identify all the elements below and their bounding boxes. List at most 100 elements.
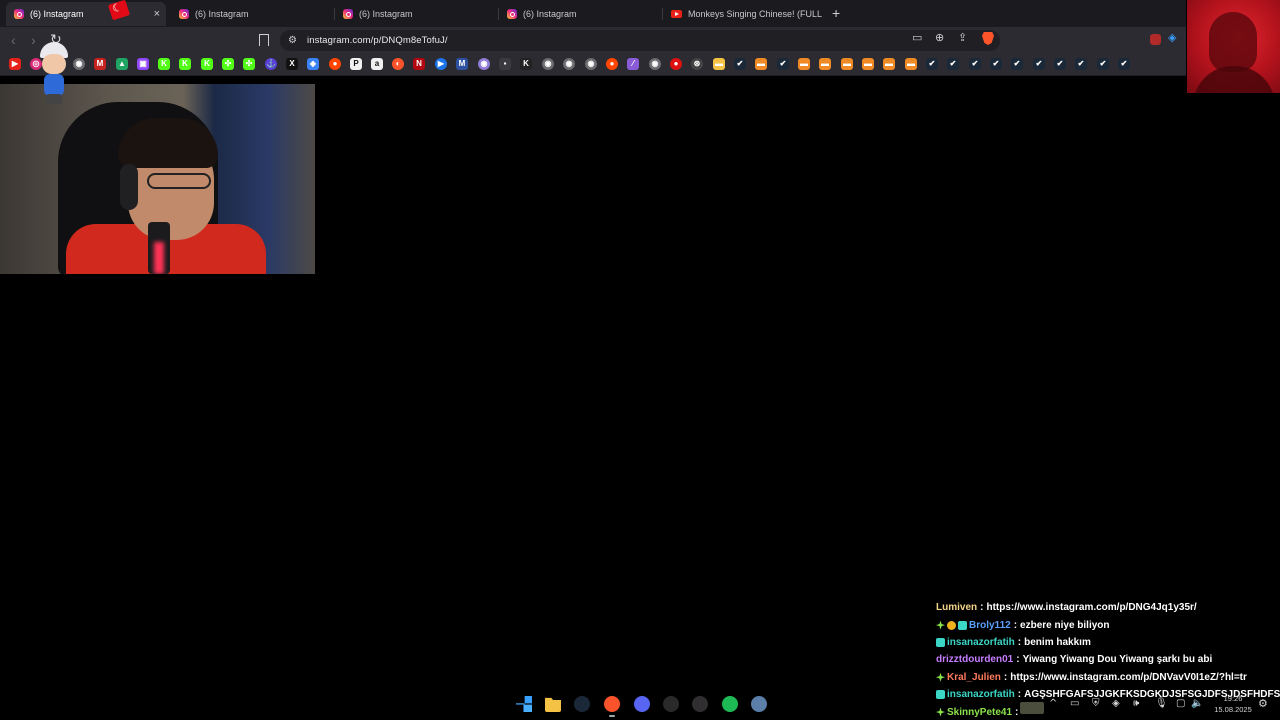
bookmark-myanimelist-icon[interactable]: M xyxy=(456,58,468,70)
bookmark-globe-icon[interactable]: ◉ xyxy=(649,58,661,70)
bookmark-youtube-icon[interactable]: ▶ xyxy=(9,58,21,70)
star-badge-icon xyxy=(936,672,945,682)
battery-icon[interactable]: ▭ xyxy=(1070,698,1079,709)
system-clock[interactable]: 19:26 15.08.2025 xyxy=(1208,693,1258,715)
bookmark-bookmark-icon[interactable]: ▬ xyxy=(841,58,853,70)
bookmark-kick-icon[interactable]: K xyxy=(201,58,213,70)
bookmark-patreon-icon[interactable]: P xyxy=(350,58,362,70)
epic-games-icon[interactable] xyxy=(663,696,679,712)
bookmark-steam-icon[interactable]: ✔ xyxy=(1054,58,1066,70)
display-icon[interactable]: ▢ xyxy=(1176,698,1185,709)
bookmark-steam-icon[interactable]: ✔ xyxy=(1097,58,1109,70)
back-button[interactable]: ‹ xyxy=(11,33,16,47)
notification-settings-icon[interactable]: ⚙ xyxy=(1258,697,1268,710)
bookmark-globe-icon[interactable]: ◉ xyxy=(73,58,85,70)
bookmark-steam-icon[interactable]: ✔ xyxy=(969,58,981,70)
spotify-icon[interactable] xyxy=(722,696,738,712)
bookmark-steam-icon[interactable]: ✔ xyxy=(1075,58,1087,70)
bookmark-steam-icon[interactable]: ✔ xyxy=(990,58,1002,70)
close-tab-icon[interactable]: × xyxy=(154,8,160,20)
bookmark-bookmark-icon[interactable]: ▬ xyxy=(883,58,895,70)
bookmark-steam-icon[interactable]: ✔ xyxy=(777,58,789,70)
bookmark-bookmark-icon[interactable]: ▬ xyxy=(905,58,917,70)
bookmark-reddit-icon[interactable]: ● xyxy=(606,58,618,70)
network-app-icon[interactable]: ◈ xyxy=(1112,698,1120,709)
url-text[interactable]: instagram.com/p/DNQm8eTofuJ/ xyxy=(307,35,448,46)
mascot-sticker xyxy=(34,42,74,106)
bookmark-page-icon[interactable] xyxy=(259,34,269,46)
bookmark-drive-icon[interactable]: ▲ xyxy=(116,58,128,70)
bookmark-netflix-icon[interactable]: N xyxy=(413,58,425,70)
bookmark-amazon-icon[interactable]: a xyxy=(371,58,383,70)
obs-icon[interactable] xyxy=(692,696,708,712)
bookmark-folder-icon[interactable]: ▬ xyxy=(713,58,725,70)
volume-icon[interactable]: 🔈 xyxy=(1191,698,1203,709)
bookmark-kick-icon[interactable]: K xyxy=(158,58,170,70)
bookmark-twitch-icon[interactable]: ▣ xyxy=(137,58,149,70)
bookmark-globe-icon[interactable]: ◉ xyxy=(563,58,575,70)
bookmark-bluesky-icon[interactable]: ◆ xyxy=(307,58,319,70)
bookmark-folder-icon[interactable]: ▪ xyxy=(499,58,511,70)
site-settings-icon[interactable]: ⚙ xyxy=(288,35,297,46)
tab-instagram-4[interactable]: (6) Instagram xyxy=(499,2,659,26)
bookmark-clover-icon[interactable]: ✣ xyxy=(222,58,234,70)
wallet-icon[interactable]: ◈ xyxy=(1168,31,1176,44)
tab-instagram-1[interactable]: (6) Instagram × xyxy=(6,2,166,26)
new-tab-button[interactable]: + xyxy=(832,5,840,21)
bookmark-steam-icon[interactable]: ✔ xyxy=(1118,58,1130,70)
instagram-icon xyxy=(507,9,517,19)
bookmark-reddit-icon[interactable]: ● xyxy=(329,58,341,70)
bookmark-steam-icon[interactable]: ✔ xyxy=(1033,58,1045,70)
bookmark-globe-icon[interactable]: ◉ xyxy=(478,58,490,70)
bookmark-openai-icon[interactable]: ⊛ xyxy=(691,58,703,70)
bookmark-clover-icon[interactable]: ✣ xyxy=(243,58,255,70)
bookmark-brave-icon[interactable]: ◐ xyxy=(392,58,404,70)
chat-message: insanazorfatih: benim hakkım xyxy=(936,634,1276,651)
share-icon[interactable]: ⇪ xyxy=(958,31,967,44)
bookmark-bookmark-icon[interactable]: ▬ xyxy=(755,58,767,70)
show-hidden-icons-icon[interactable]: ^ xyxy=(1049,698,1057,709)
chat-text: https://www.instagram.com/p/DNVavV0I1eZ/… xyxy=(1010,671,1247,683)
bookmark-steam-icon[interactable]: ✔ xyxy=(926,58,938,70)
bookmark-anchor-icon[interactable]: ⚓ xyxy=(265,58,277,70)
bookmark-kw-icon[interactable]: K xyxy=(520,58,532,70)
sub-badge-icon xyxy=(936,637,945,647)
chat-username: insanazorfatih xyxy=(947,636,1015,648)
tab-youtube[interactable]: Monkeys Singing Chinese! (FULL VID xyxy=(663,2,823,26)
bookmark-bookmark-icon[interactable]: ▬ xyxy=(819,58,831,70)
bookmark-steam-icon[interactable]: ✔ xyxy=(1011,58,1023,70)
discord-icon[interactable] xyxy=(634,696,650,712)
clock-date: 15.08.2025 xyxy=(1214,705,1252,714)
steam-icon[interactable] xyxy=(574,696,590,712)
bookmark-kick-icon[interactable]: K xyxy=(179,58,191,70)
bookmark-play-icon[interactable]: ▶ xyxy=(435,58,447,70)
tab-title: Monkeys Singing Chinese! (FULL VID xyxy=(688,9,823,19)
brave-icon[interactable] xyxy=(604,696,620,717)
tab-strip: (6) Instagram × (6) Instagram (6) Instag… xyxy=(0,0,1186,27)
bookmark-gmail-icon[interactable]: M xyxy=(94,58,106,70)
address-bar[interactable]: ⚙ instagram.com/p/DNQm8eTofuJ/ xyxy=(280,30,1000,51)
bookmark-bookmark-icon[interactable]: ▬ xyxy=(798,58,810,70)
bookmark-steam-icon[interactable]: ✔ xyxy=(734,58,746,70)
tab-title: (6) Instagram xyxy=(523,9,577,19)
settings-app-icon[interactable] xyxy=(751,696,767,712)
bookmark-pin-icon[interactable]: ● xyxy=(670,58,682,70)
extension-icon[interactable] xyxy=(1150,34,1161,45)
bookmark-globe-icon[interactable]: ◉ xyxy=(585,58,597,70)
tab-instagram-2[interactable]: (6) Instagram xyxy=(171,2,331,26)
mascot-legs xyxy=(46,94,62,104)
bookmark-steam-icon[interactable]: ✔ xyxy=(947,58,959,70)
bookmark-feather-icon[interactable]: ⁄ xyxy=(627,58,639,70)
bookmark-globe-icon[interactable]: ◉ xyxy=(542,58,554,70)
bookmark-bookmark-icon[interactable]: ▬ xyxy=(862,58,874,70)
zoom-icon[interactable]: ⊕ xyxy=(935,31,944,44)
bookmark-x-icon[interactable]: X xyxy=(286,58,298,70)
cast-icon[interactable]: ▭ xyxy=(912,31,922,44)
chat-separator: : xyxy=(980,602,984,614)
speaker-icon[interactable]: 🕪 xyxy=(1133,698,1139,709)
tab-instagram-3[interactable]: (6) Instagram xyxy=(335,2,495,26)
microphone-icon[interactable]: 🎙 xyxy=(1155,698,1168,709)
clock-time: 19:26 xyxy=(1223,694,1243,703)
security-icon[interactable]: ⛨ xyxy=(1092,698,1100,709)
red-portrait-overlay xyxy=(1187,0,1280,93)
